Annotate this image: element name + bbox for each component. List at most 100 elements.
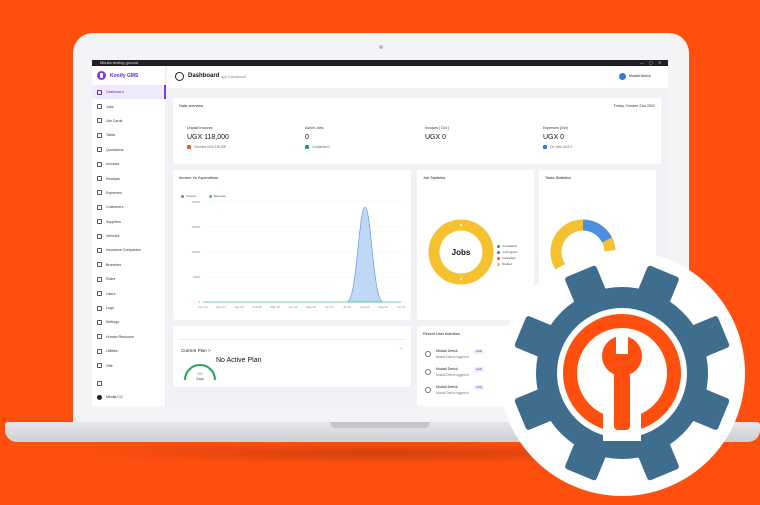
sidebar-item-human-resource[interactable]: Human Resource bbox=[92, 330, 166, 344]
page-subtitle: App Dashboard bbox=[221, 74, 246, 79]
sidebar-item-label: Expenses bbox=[106, 190, 122, 195]
plan-status: No Active Plan bbox=[216, 357, 262, 364]
plan-title[interactable]: Current Plan > bbox=[181, 348, 211, 353]
plan-gauge-value: 0.0 bbox=[198, 372, 203, 376]
nav-icon bbox=[97, 319, 102, 325]
sidebar-footer: Mkulla CO bbox=[92, 376, 166, 404]
sidebar-item-settings[interactable]: Settings bbox=[92, 315, 166, 329]
gear-icon bbox=[425, 387, 431, 393]
y-tick-label: 20000 bbox=[192, 200, 201, 204]
sidebar-item-utilities[interactable]: Utilities bbox=[92, 344, 166, 358]
x-tick-label: Jul 22 bbox=[343, 305, 351, 309]
overview-foot-text: Completed 0 bbox=[312, 145, 331, 149]
sidebar-item-label: Branches bbox=[106, 262, 122, 267]
sidebar-item-quotations[interactable]: Quotations bbox=[92, 143, 166, 157]
sidebar-item-tasks[interactable]: Tasks bbox=[92, 128, 166, 142]
sidebar-item-dashboard[interactable]: Dashboard bbox=[92, 85, 166, 100]
sidebar-item-label: Roles bbox=[106, 277, 116, 282]
sidebar-item-label: Receipts bbox=[106, 176, 120, 181]
nav-icon bbox=[97, 291, 102, 297]
activity-badge: Auth bbox=[474, 348, 485, 354]
nav-icon bbox=[97, 190, 102, 196]
overview-foot-text: Overdue UGX 118,000 bbox=[194, 145, 227, 149]
brand-logo-icon bbox=[97, 71, 106, 80]
sidebar-item-label: Settings bbox=[106, 320, 119, 325]
sidebar-item-label: Vehicles bbox=[106, 234, 120, 239]
x-tick-label: Feb 22 bbox=[252, 305, 262, 309]
sidebar-item-job-cards[interactable]: Job Cards bbox=[92, 114, 166, 128]
sidebar-settings-item[interactable] bbox=[92, 376, 166, 390]
y-tick-label: 0 bbox=[198, 300, 200, 304]
nav-icon bbox=[97, 233, 102, 239]
x-tick-label: May 22 bbox=[306, 305, 316, 309]
header-user-name[interactable]: Mudali Derick bbox=[629, 74, 651, 78]
avatar bbox=[97, 394, 102, 400]
x-tick-label: Jun 22 bbox=[324, 305, 333, 309]
jobs-center-label: Jobs bbox=[452, 248, 471, 257]
sidebar-item-label: Dashboard bbox=[106, 90, 124, 95]
sidebar-item-label: Insurance Companies bbox=[106, 248, 141, 253]
overview-column: Invoices [ Oct ] UGX 0 bbox=[425, 126, 525, 141]
sidebar-item-insurance-companies[interactable]: Insurance Companies bbox=[92, 243, 166, 257]
sidebar-item-suppliers[interactable]: Suppliers bbox=[92, 215, 166, 229]
overview-date: Friday, October 21st 2022 bbox=[613, 104, 655, 108]
jobs-donut-marker-bottom bbox=[460, 278, 462, 280]
overview-foot: Completed 0 bbox=[305, 145, 405, 149]
x-tick-label: Sep 22 bbox=[378, 305, 388, 309]
activity-badge: Auth bbox=[474, 384, 485, 390]
data-overview-card: Data overview Friday, October 21st 2022 … bbox=[173, 98, 661, 164]
sidebar-item-otte[interactable]: Otte bbox=[92, 358, 166, 372]
nav-icon bbox=[97, 262, 102, 268]
sidebar-item-label: Logs bbox=[106, 306, 114, 311]
sidebar-item-jobs[interactable]: Jobs bbox=[92, 99, 166, 113]
nav-icon bbox=[97, 348, 102, 354]
sidebar-item-roles[interactable]: Roles bbox=[92, 272, 166, 286]
sidebar-item-label: Suppliers bbox=[106, 219, 121, 224]
overview-foot: On Jobs UGX 0 bbox=[543, 145, 643, 149]
sidebar-item-label: Quotations bbox=[106, 147, 124, 152]
activity-user: Mudali Derick bbox=[436, 385, 458, 389]
laptop-camera bbox=[379, 45, 383, 49]
income-chart: 20000 15000 10000 5000 0Nov 21 Dec 21 Jan 22 Fe… bbox=[192, 200, 406, 309]
nav-icon bbox=[97, 89, 102, 95]
sidebar-item-invoices[interactable]: Invoices bbox=[92, 157, 166, 171]
sidebar-item-label: Invoices bbox=[106, 162, 120, 167]
laptop-notch bbox=[330, 422, 430, 428]
sidebar-item-label: Job Cards bbox=[106, 118, 123, 123]
nav-icon bbox=[97, 247, 102, 253]
activity-desc: Mudali Derick logged in bbox=[436, 373, 470, 377]
overview-foot: Overdue UGX 118,000 bbox=[187, 145, 287, 149]
sidebar-item-vehicles[interactable]: Vehicles bbox=[92, 229, 166, 243]
overview-foot-text: On Jobs UGX 0 bbox=[550, 145, 573, 149]
overview-column: Unpaid Invoices UGX 118,000 Overdue UGX 11… bbox=[187, 126, 287, 149]
overview-value: UGX 118,000 bbox=[187, 134, 229, 141]
sidebar-nav: Dashboard Jobs Job Cards Tasks Quotations Inv… bbox=[92, 85, 166, 373]
activity-desc: Mudali Derick logged in bbox=[436, 355, 470, 359]
nav-icon bbox=[97, 276, 102, 282]
overview-title: Data overview bbox=[179, 104, 204, 108]
brand-name: Konify GMS bbox=[110, 72, 139, 79]
gear-wrench-badge bbox=[499, 250, 745, 496]
x-tick-label: Nov 21 bbox=[198, 305, 208, 309]
sidebar-item-branches[interactable]: Branches bbox=[92, 258, 166, 272]
calendar-icon bbox=[543, 145, 547, 149]
plan-gauge-unit: Days bbox=[196, 377, 204, 381]
gear-icon bbox=[97, 380, 102, 386]
activity-user: Mudali Derick bbox=[436, 349, 458, 353]
user-avatar[interactable] bbox=[619, 73, 626, 80]
activities-title: Recent User Activities bbox=[423, 332, 460, 336]
sidebar-item-logs[interactable]: Logs bbox=[92, 301, 166, 315]
app-header: Dashboard App Dashboard Mudali Derick bbox=[167, 66, 668, 88]
sidebar-item-users[interactable]: Users bbox=[92, 286, 166, 300]
overview-label: Active Jobs bbox=[305, 126, 324, 130]
sidebar-user[interactable]: Mkulla CO bbox=[92, 390, 166, 404]
brand[interactable]: Konify GMS bbox=[97, 71, 138, 80]
x-tick-label: Dec 21 bbox=[216, 305, 226, 309]
sidebar-item-label: Customers bbox=[106, 205, 124, 210]
dashboard-icon bbox=[175, 72, 184, 81]
chevron-down-icon[interactable]: ⌄ bbox=[399, 345, 403, 351]
sidebar-item-customers[interactable]: Customers bbox=[92, 200, 166, 214]
sidebar-item-receipts[interactable]: Receipts bbox=[92, 171, 166, 185]
sidebar-item-expenses[interactable]: Expenses bbox=[92, 186, 166, 200]
plan-header-strip bbox=[179, 331, 405, 340]
